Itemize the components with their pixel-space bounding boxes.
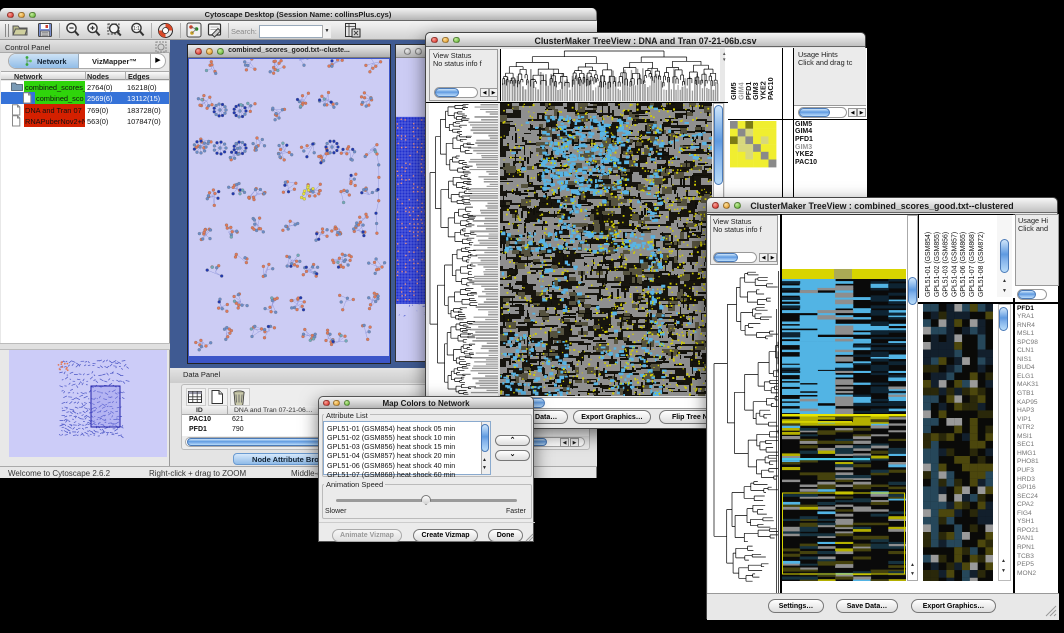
svg-text:PAC10: PAC10 — [766, 77, 775, 100]
svg-text:1:1: 1:1 — [133, 26, 140, 32]
